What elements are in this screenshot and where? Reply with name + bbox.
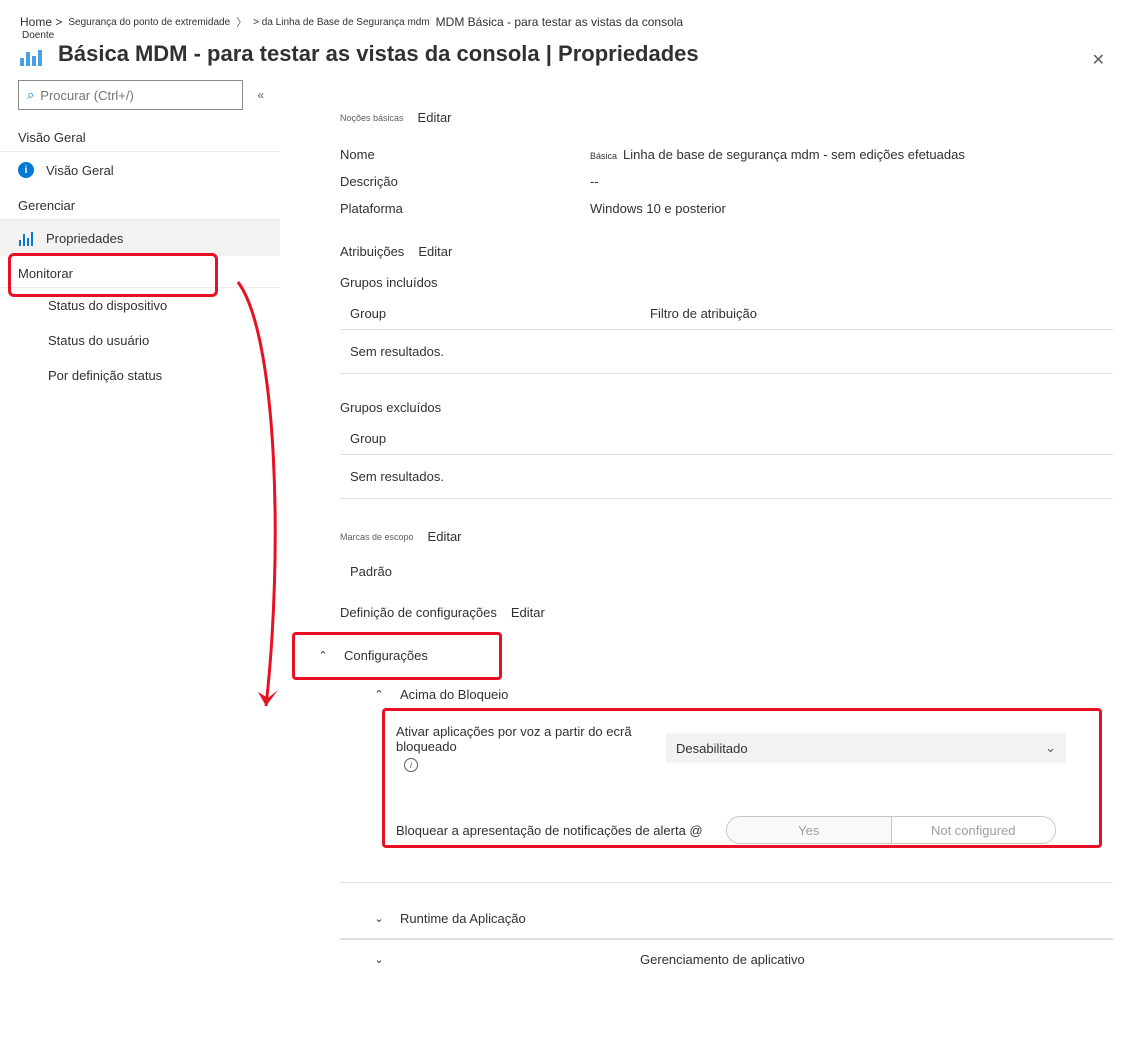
chevron-up-icon: ⌃ (372, 688, 386, 701)
included-empty: Sem resultados. (340, 330, 1113, 374)
nav-header-manage: Gerenciar (0, 188, 280, 220)
toggle-yes[interactable]: Yes (727, 817, 892, 843)
sidebar-item-label: Status do usuário (48, 333, 149, 348)
dropdown-value: Desabilitado (676, 741, 748, 756)
chevron-down-icon: ⌄ (372, 953, 386, 966)
chevron-down-icon: ⌄ (1045, 740, 1056, 756)
included-table-head: Group Filtro de atribuição (340, 300, 1113, 329)
excluded-col-group: Group (350, 431, 650, 446)
info-icon: i (18, 162, 34, 178)
toast-block-label: Bloquear a apresentação de notificações … (396, 823, 716, 838)
app-management-expander[interactable]: ⌄ Gerenciamento de aplicativo (340, 939, 1113, 979)
platform-value: Windows 10 e posterior (590, 201, 1113, 216)
close-icon[interactable]: ✕ (1086, 44, 1111, 76)
excluded-groups-header: Grupos excluídos (340, 400, 1113, 415)
title-prefix: Básica (58, 41, 129, 67)
breadcrumb-separator: 〉 (236, 14, 247, 30)
breadcrumb: Home > Segurança do ponto de extremidade… (0, 0, 1133, 34)
description-key: Descrição (340, 174, 590, 189)
basics-section-label: Noções básicas (340, 113, 404, 123)
collapse-sidebar-icon[interactable]: « (253, 84, 268, 106)
sidebar-item-user-status[interactable]: Status do usuário (0, 323, 280, 358)
sidebar-item-per-setting-status[interactable]: Por definição status (0, 358, 280, 393)
search-icon: ⌕ (27, 87, 34, 103)
scope-tag-value: Padrão (340, 560, 1113, 579)
toggle-not-configured[interactable]: Not configured (892, 817, 1056, 843)
scope-tags-label: Marcas de escopo (340, 532, 414, 542)
edit-assignments-link[interactable]: Editar (418, 244, 452, 259)
included-col-group: Group (350, 306, 650, 321)
title-small-label: Doente (22, 30, 54, 41)
breadcrumb-endpoint-security[interactable]: Segurança do ponto de extremidade (68, 17, 230, 28)
breadcrumb-current: MDM Básica - para testar as vistas da co… (436, 15, 683, 29)
assignments-label: Atribuições (340, 244, 404, 259)
search-input-wrap[interactable]: ⌕ (18, 80, 243, 110)
edit-scope-tags-link[interactable]: Editar (428, 529, 462, 544)
config-def-label: Definição de configurações (340, 605, 497, 620)
name-key: Nome (340, 147, 590, 162)
page-title: MDM - para testar as vistas da consola |… (135, 41, 699, 67)
excluded-table-head: Group (340, 425, 1113, 454)
breadcrumb-home[interactable]: Home > (20, 15, 62, 29)
nav-header-monitor: Monitorar (0, 256, 280, 288)
voice-activate-label: Ativar aplicações por voz a partir do ec… (396, 724, 656, 754)
sidebar: ⌕ « Visão Geral i Visão Geral Gerenciar … (0, 80, 280, 1044)
sidebar-item-label: Visão Geral (46, 163, 114, 178)
above-lock-label: Acima do Bloqueio (400, 687, 508, 702)
app-runtime-label: Runtime da Aplicação (400, 911, 526, 926)
page-title-row: Doente Básica MDM - para testar as vista… (0, 34, 1133, 80)
baseline-bars-icon (20, 40, 48, 68)
included-col-filter: Filtro de atribuição (650, 306, 757, 321)
name-tiny: Básica (590, 151, 617, 161)
chevron-down-icon: ⌄ (372, 912, 386, 925)
app-runtime-expander[interactable]: ⌄ Runtime da Aplicação (326, 899, 1113, 938)
app-management-label: Gerenciamento de aplicativo (640, 952, 805, 967)
sidebar-item-label: Propriedades (46, 231, 123, 246)
info-icon[interactable]: i (404, 758, 418, 772)
above-lock-expander[interactable]: ⌃ Acima do Bloqueio (326, 675, 1113, 714)
breadcrumb-mdm-baseline[interactable]: > da Linha de Base de Segurança mdm (253, 17, 430, 28)
configs-label: Configurações (344, 648, 428, 663)
edit-config-def-link[interactable]: Editar (511, 605, 545, 620)
search-input[interactable] (40, 88, 234, 103)
voice-activate-dropdown[interactable]: Desabilitado ⌄ (666, 733, 1066, 763)
main-content: Noções básicas Editar Nome Básica Linha d… (280, 80, 1133, 1044)
sidebar-item-overview[interactable]: i Visão Geral (0, 152, 280, 188)
chevron-up-icon: ⌃ (316, 649, 330, 662)
sidebar-item-properties[interactable]: Propriedades (0, 220, 280, 256)
excluded-empty: Sem resultados. (340, 455, 1113, 499)
platform-key: Plataforma (340, 201, 590, 216)
description-value: -- (590, 174, 1113, 189)
name-value: Linha de base de segurança mdm - sem edi… (623, 147, 965, 162)
nav-header-overview: Visão Geral (0, 120, 280, 152)
sidebar-item-label: Status do dispositivo (48, 298, 167, 313)
toast-toggle[interactable]: Yes Not configured (726, 816, 1056, 844)
configs-expander[interactable]: ⌃ Configurações (310, 636, 1113, 675)
included-groups-header: Grupos incluídos (340, 275, 1113, 290)
edit-basics-link[interactable]: Editar (418, 110, 452, 125)
sidebar-item-label: Por definição status (48, 368, 162, 383)
sidebar-item-device-status[interactable]: Status do dispositivo (0, 288, 280, 323)
properties-icon (18, 230, 34, 246)
